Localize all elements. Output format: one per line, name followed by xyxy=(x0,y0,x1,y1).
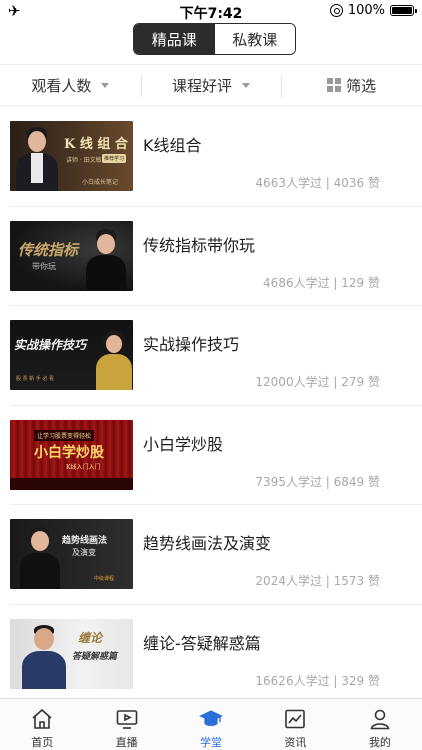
course-title: 小白学炒股 xyxy=(143,434,224,454)
grid-filter-icon xyxy=(327,78,342,92)
course-stats: 4686人学过 | 129 赞 xyxy=(263,275,380,290)
thumb-sub: 让学习股票变得轻松 xyxy=(34,429,95,441)
lecturer-figure xyxy=(22,623,66,689)
thumb-footer: 中级课程 xyxy=(94,576,115,582)
profile-icon xyxy=(370,709,390,730)
thumb-sub: 讲师 · 田文敏 xyxy=(66,157,102,164)
status-right: 100% xyxy=(329,3,417,18)
tab-home[interactable]: 首页 xyxy=(0,699,84,750)
learner-count: 2024人学过 xyxy=(255,574,322,588)
course-stats: 16626人学过 | 329 赞 xyxy=(255,673,380,688)
course-title: 实战操作技巧 xyxy=(143,335,240,354)
thumb-headline: K 线 组 合 xyxy=(64,137,128,152)
like-count: 1573 赞 xyxy=(333,574,380,588)
learner-count: 4686人学过 xyxy=(263,275,330,290)
thumb-headline: 趋势线画法 xyxy=(62,536,108,546)
tab-label: 我的 xyxy=(368,736,391,749)
course-item[interactable]: 让学习股票变得轻松 小白学炒股 K线入门入门 小白学炒股 7395人学过 | 6… xyxy=(10,406,422,505)
tab-news[interactable]: 资讯 xyxy=(253,699,337,750)
lecturer-figure xyxy=(96,328,132,390)
like-count: 129 赞 xyxy=(341,275,380,290)
course-thumbnail: 缠论 答疑解惑篇 xyxy=(10,618,133,689)
learner-count: 16626人学过 xyxy=(255,673,330,688)
course-thumbnail: 趋势线画法 及演变 中级课程 xyxy=(10,519,133,589)
thumb-headline: 实战操作技巧 xyxy=(14,338,87,352)
tab-live[interactable]: 直播 xyxy=(84,699,168,750)
thumb-sub: 及演变 xyxy=(72,548,96,557)
tab-label: 首页 xyxy=(31,736,54,749)
course-title: K线组合 xyxy=(143,136,202,155)
thumb-sub: 股 票 新 手 必 看 xyxy=(16,376,54,382)
like-count: 6849 赞 xyxy=(333,474,380,489)
course-item[interactable]: 实战操作技巧 股 票 新 手 必 看 实战操作技巧 12000人学过 | 279… xyxy=(10,306,422,406)
filter-label: 观看人数 xyxy=(31,76,92,95)
thumb-sub: 答疑解惑篇 xyxy=(72,651,118,662)
filter-label: 课程好评 xyxy=(172,76,233,95)
thumb-headline: 缠论 xyxy=(78,630,103,645)
learner-count: 12000人学过 xyxy=(255,375,330,389)
segmented-header: 精品课 私教课 xyxy=(0,22,422,64)
tab-label: 资讯 xyxy=(284,736,307,749)
bottom-tab-bar: 首页 直播 学堂 资讯 我的 xyxy=(0,698,422,750)
home-icon xyxy=(32,708,52,729)
battery-percent: 100% xyxy=(347,3,385,18)
thumb-sub: 带你玩 xyxy=(32,261,56,271)
course-thumbnail: 传统指标 带你玩 xyxy=(10,220,133,291)
caret-down-icon xyxy=(242,82,251,88)
thumb-headline: 小白学炒股 xyxy=(34,444,104,461)
course-stats: 12000人学过 | 279 赞 xyxy=(255,375,380,389)
filter-view-count[interactable]: 观看人数 xyxy=(0,65,141,105)
stage-floor xyxy=(10,477,133,490)
lecturer-figure xyxy=(20,525,60,589)
like-count: 279 赞 xyxy=(341,375,380,389)
filter-bar: 观看人数 课程好评 筛选 xyxy=(0,64,422,106)
caret-down-icon xyxy=(101,82,110,88)
live-tv-icon xyxy=(116,710,137,729)
filter-label: 筛选 xyxy=(346,76,377,95)
graduation-cap-icon xyxy=(199,710,223,726)
course-stats: 7395人学过 | 6849 赞 xyxy=(255,474,380,489)
course-title: 传统指标带你玩 xyxy=(143,235,256,255)
course-list: K 线 组 合 讲师 · 田文敏 推荐学习 小白成长笔记 K线组合 4663人学… xyxy=(0,107,422,698)
tab-academy[interactable]: 学堂 xyxy=(169,699,253,750)
filter-screen[interactable]: 筛选 xyxy=(281,65,422,105)
segment-private-courses[interactable]: 私教课 xyxy=(214,24,295,54)
course-stats: 4663人学过 | 4036 赞 xyxy=(255,176,380,190)
thumb-badge: 推荐学习 xyxy=(102,154,127,163)
course-item[interactable]: 缠论 答疑解惑篇 缠论-答疑解惑篇 16626人学过 | 329 赞 xyxy=(10,605,422,699)
like-count: 4036 赞 xyxy=(333,176,380,190)
course-item[interactable]: 趋势线画法 及演变 中级课程 趋势线画法及演变 2024人学过 | 1573 赞 xyxy=(10,505,422,605)
course-thumbnail: 实战操作技巧 股 票 新 手 必 看 xyxy=(10,320,133,390)
like-count: 329 赞 xyxy=(341,673,380,688)
course-type-segmented-control: 精品课 私教课 xyxy=(133,23,296,55)
course-thumbnail: 让学习股票变得轻松 小白学炒股 K线入门入门 xyxy=(10,419,133,490)
thumb-footer: K线入门入门 xyxy=(66,463,101,471)
course-stats: 2024人学过 | 1573 赞 xyxy=(255,574,380,588)
tab-label: 直播 xyxy=(115,736,138,749)
status-bar: ✈ 下午7:42 100% xyxy=(0,0,422,22)
battery-icon xyxy=(390,5,417,16)
course-title: 趋势线画法及演变 xyxy=(143,534,272,553)
segment-premium-courses[interactable]: 精品课 xyxy=(134,24,215,54)
course-thumbnail: K 线 组 合 讲师 · 田文敏 推荐学习 小白成长笔记 xyxy=(10,121,133,191)
tab-profile[interactable]: 我的 xyxy=(338,699,422,750)
filter-course-rating[interactable]: 课程好评 xyxy=(140,65,282,105)
course-title: 缠论-答疑解惑篇 xyxy=(143,633,261,653)
thumb-footer: 小白成长笔记 xyxy=(82,179,119,186)
course-item[interactable]: 传统指标 带你玩 传统指标带你玩 4686人学过 | 129 赞 xyxy=(10,207,422,306)
orientation-lock-icon xyxy=(329,4,343,17)
chart-news-icon xyxy=(285,709,306,729)
learner-count: 4663人学过 xyxy=(255,176,322,190)
learner-count: 7395人学过 xyxy=(255,474,322,489)
lecturer-figure xyxy=(16,125,58,191)
course-item[interactable]: K 线 组 合 讲师 · 田文敏 推荐学习 小白成长笔记 K线组合 4663人学… xyxy=(10,107,422,207)
tab-label: 学堂 xyxy=(200,736,223,749)
thumb-headline: 传统指标 xyxy=(18,240,79,259)
lecturer-figure xyxy=(86,227,126,291)
